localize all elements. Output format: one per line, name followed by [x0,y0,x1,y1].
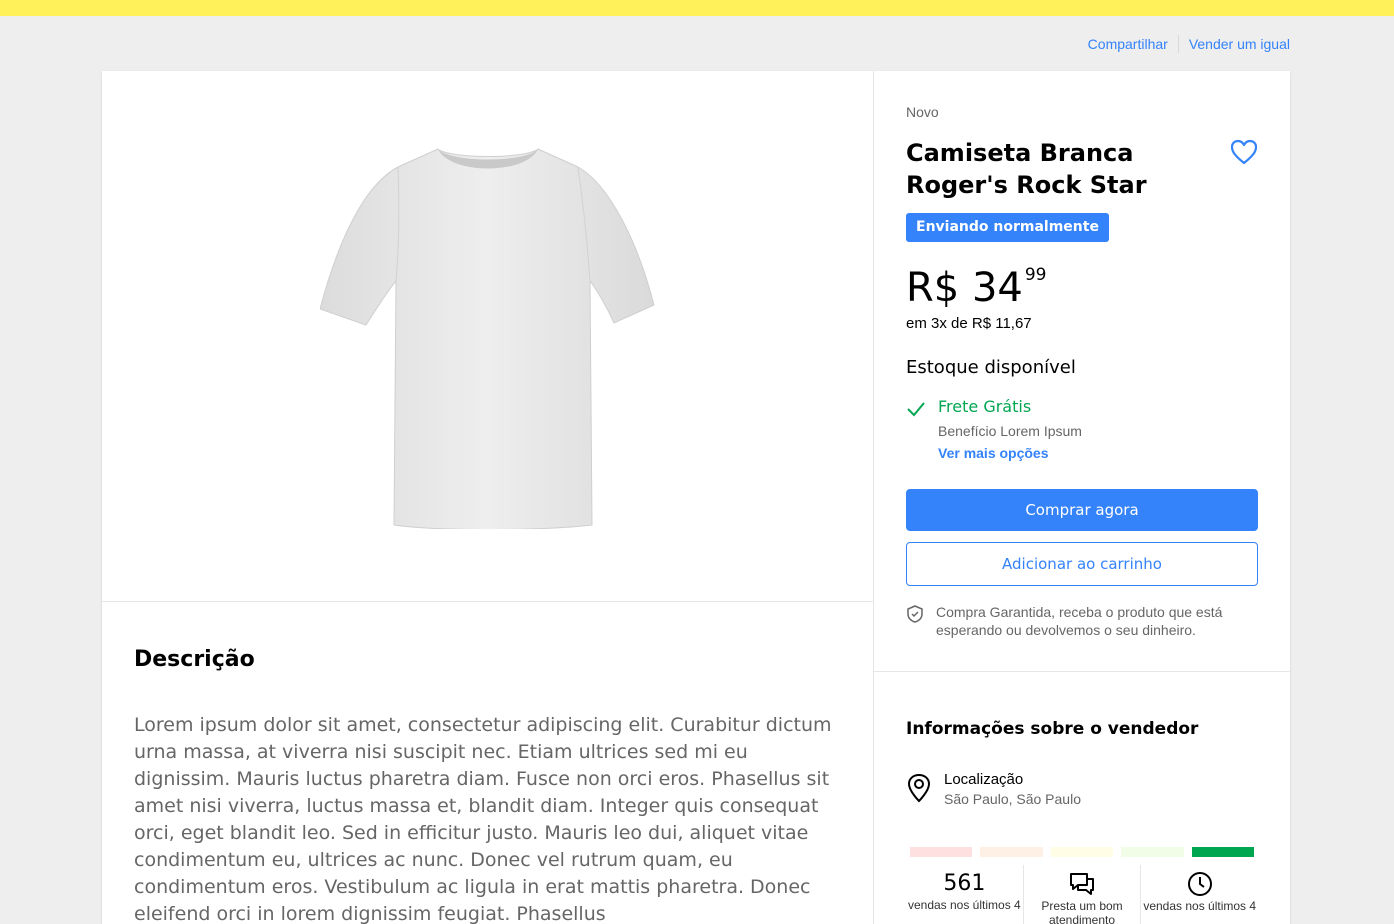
delivery-stat: vendas nos últimos 4 [1141,865,1258,924]
reputation-level-4 [1121,847,1184,857]
location-label: Localização [944,771,1024,788]
section-divider [874,671,1290,672]
shipping-status-badge: Enviando normalmente [906,213,1109,242]
product-condition: Novo [906,104,939,120]
guarantee-text: Compra Garantida, receba o produto que e… [936,604,1223,638]
product-right-column: Novo Camiseta Branca Roger's Rock Star E… [874,71,1290,924]
seller-info: Informações sobre o vendedor Localização… [906,719,1258,924]
sell-similar-link[interactable]: Vender um igual [1189,36,1290,52]
buy-now-button[interactable]: Comprar agora [906,489,1258,531]
stock-status: Estoque disponível [906,357,1076,378]
chat-icon [1070,873,1094,895]
location-value: São Paulo, São Paulo [944,791,1081,807]
more-shipping-options-link[interactable]: Ver mais opções [938,445,1049,461]
price-amount: R$ 34 [906,265,1023,311]
product-left-column: Descrição Lorem ipsum dolor sit amet, co… [102,71,874,924]
shipping-benefit: Benefício Lorem Ipsum [938,423,1082,439]
product-title: Camiseta Branca Roger's Rock Star [906,139,1147,199]
heart-icon[interactable] [1230,139,1258,165]
reputation-level-5 [1191,847,1255,857]
reputation-level-2 [980,847,1043,857]
sales-stat: 561 vendas nos últimos 4 [906,865,1024,924]
delivery-label: vendas nos últimos 4 [1143,899,1257,913]
reputation-level-3 [1050,847,1114,857]
product-gallery [102,71,873,602]
service-stat: Presta um bom atendimento [1024,865,1142,924]
installments-info: em 3x de R$ 11,67 [906,315,1032,332]
check-icon [907,402,925,417]
reputation-thermometer [910,847,1255,857]
location-pin-icon [907,773,931,803]
service-label: Presta um bom atendimento [1041,899,1123,924]
top-links: Compartilhar Vender um igual [1088,35,1290,53]
reputation-level-1 [910,847,973,857]
link-separator [1177,35,1179,53]
clock-icon [1187,872,1212,896]
seller-stats: 561 vendas nos últimos 4 Presta um bom a… [906,865,1258,924]
share-link[interactable]: Compartilhar [1088,36,1168,52]
product-image[interactable] [320,145,656,529]
sales-label: vendas nos últimos 4 [907,898,1021,912]
free-shipping-label: Frete Grátis [938,397,1032,416]
add-to-cart-button[interactable]: Adicionar ao carrinho [906,542,1258,586]
description-section: Descrição Lorem ipsum dolor sit amet, co… [134,647,844,924]
description-heading: Descrição [134,647,255,672]
price-cents: 99 [1024,265,1047,285]
description-text: Lorem ipsum dolor sit amet, consectetur … [134,714,832,924]
product-card: Descrição Lorem ipsum dolor sit amet, co… [102,71,1290,924]
shield-icon [907,605,923,623]
sales-count: 561 [943,871,986,896]
seller-heading: Informações sobre o vendedor [906,719,1199,739]
top-header-bar [0,0,1394,16]
price: R$ 34 99 [906,263,1047,313]
